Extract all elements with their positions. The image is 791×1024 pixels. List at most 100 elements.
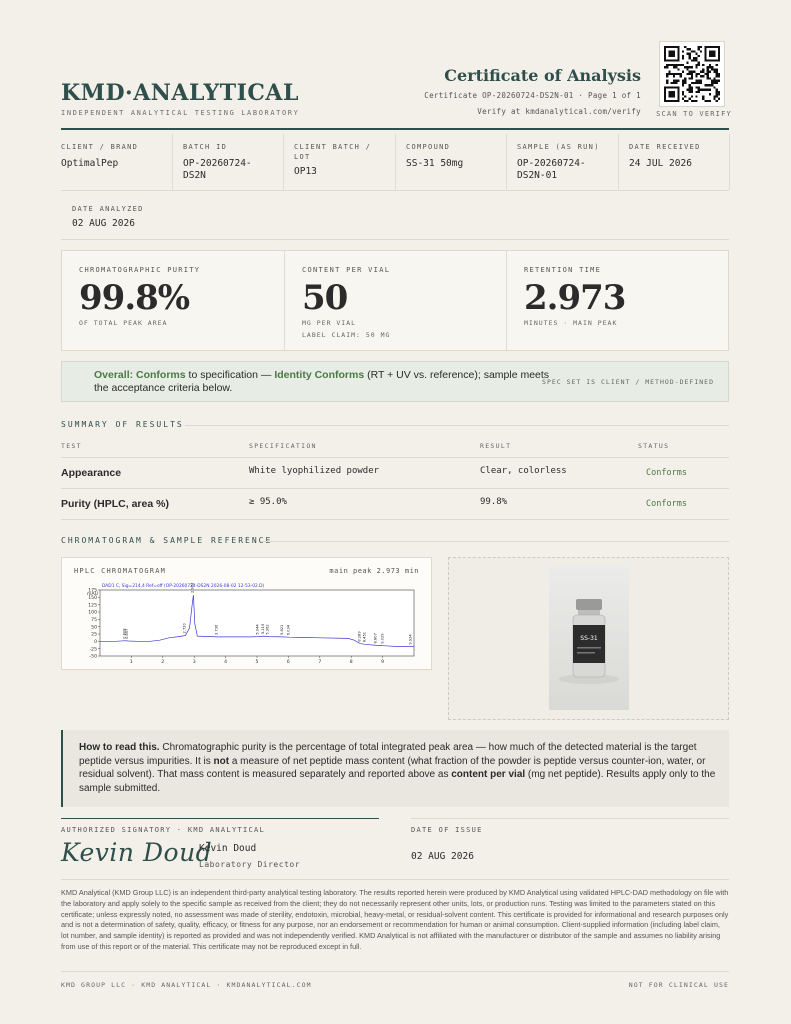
y-tick-label: -25: [89, 646, 97, 652]
peak-label: 2.973: [190, 583, 194, 593]
peak-label: 8.451: [362, 632, 366, 642]
x-tick-label: 8: [350, 659, 353, 665]
divider: [185, 425, 729, 426]
header-rule: [61, 128, 729, 130]
chromatogram-section-title: CHROMATOGRAM & SAMPLE REFERENCE: [61, 536, 273, 545]
divider: [506, 134, 507, 190]
qr-code-icon[interactable]: [659, 41, 725, 107]
table-row-result: Clear, colorless: [480, 466, 567, 476]
divider: [262, 541, 729, 542]
verify-link[interactable]: Verify at kmdanalytical.com/verify: [477, 107, 641, 116]
overall-conformance-banner: Overall: Conforms to specification — Ide…: [61, 361, 729, 402]
header-specification: SPECIFICATION: [249, 442, 317, 450]
info-client: CLIENT / BRAND OptimalPep: [61, 143, 139, 169]
date-of-issue: 02 AUG 2026: [411, 851, 474, 862]
footer-left: KMD GROUP LLC · KMD ANALYTICAL · KMDANAL…: [61, 981, 312, 989]
signature: Kevin Doud: [61, 838, 213, 867]
chromatogram-chart: DAD1 C, Sig=214,4 Ref=off (OP-20260724-D…: [87, 583, 415, 665]
y-tick-label: 0: [94, 639, 97, 645]
divider: [729, 134, 730, 190]
peak-label: 0.897: [125, 629, 129, 639]
header-result: RESULT: [480, 442, 512, 450]
status-badge: Conforms: [646, 468, 687, 478]
info-compound: COMPOUND SS-31 50mg: [406, 143, 464, 169]
divider: [283, 134, 284, 190]
divider: [61, 488, 729, 489]
metric-content: CONTENT PER VIAL 50 MG PER VIAL LABEL CL…: [302, 266, 391, 339]
divider: [61, 190, 729, 191]
x-tick-label: 4: [224, 659, 227, 665]
y-tick-label: -50: [89, 654, 97, 660]
chromatogram-title: HPLC CHROMATOGRAM: [74, 567, 167, 575]
peak-label: 8.289: [357, 631, 361, 642]
legal-disclaimer: KMD Analytical (KMD Group LLC) is an ind…: [61, 888, 729, 951]
peak-label: 5.821: [280, 625, 284, 635]
peak-label: 5.044: [255, 624, 259, 635]
date-of-issue-label: DATE OF ISSUE: [411, 826, 483, 834]
footer-right: NOT FOR CLINICAL USE: [628, 981, 729, 989]
brand-subtitle: INDEPENDENT ANALYTICAL TESTING LABORATOR…: [61, 109, 300, 117]
divider: [61, 879, 729, 880]
x-tick-label: 6: [287, 659, 290, 665]
signatory-rule: [61, 818, 379, 819]
y-tick-label: 150: [88, 595, 97, 601]
info-date-analyzed: DATE ANALYZED 02 AUG 2026: [72, 205, 144, 229]
page-title: Certificate of Analysis: [444, 66, 641, 85]
y-tick-label: 25: [91, 632, 97, 638]
y-tick-label: 75: [91, 617, 97, 623]
summary-title: SUMMARY OF RESULTS: [61, 420, 184, 429]
peak-label: 2.720: [182, 622, 186, 633]
y-tick-label: 125: [88, 602, 97, 608]
peak-label: 9.029: [381, 633, 385, 644]
divider: [61, 971, 729, 972]
header-test: TEST: [61, 442, 82, 450]
peak-label: 6.034: [286, 624, 290, 635]
how-to-read-text: How to read this. Chromatographic purity…: [79, 742, 716, 794]
certificate-number: Certificate OP-20260724-DS2N-01 · Page 1…: [424, 91, 641, 100]
x-tick-label: 7: [318, 659, 321, 665]
trace-label: DAD1 C, Sig=214,4 Ref=off (OP-20260724-D…: [102, 583, 265, 589]
status-badge: Conforms: [646, 499, 687, 509]
divider: [61, 457, 729, 458]
vial-label: SS-31: [580, 635, 598, 642]
signatory-label: AUTHORIZED SIGNATORY · KMD ANALYTICAL: [61, 826, 266, 834]
divider: [61, 519, 729, 520]
header-status: STATUS: [638, 442, 670, 450]
x-tick-label: 3: [193, 659, 196, 665]
y-tick-label: 100: [88, 610, 97, 616]
table-row-spec: White lyophilized powder: [249, 466, 380, 476]
peak-label: 8.807: [374, 633, 378, 643]
scan-label: SCAN TO VERIFY: [656, 110, 732, 118]
peak-label: 5.362: [265, 624, 269, 634]
signatory-role: Laboratory Director: [199, 860, 301, 869]
signatory-name: Kevin Doud: [199, 843, 257, 854]
x-tick-label: 5: [256, 659, 259, 665]
table-row-test: Appearance: [61, 467, 122, 479]
x-tick-label: 2: [161, 659, 164, 665]
brand-logo: KMD·ANALYTICAL: [61, 80, 299, 106]
how-to-read-note: How to read this. Chromatographic purity…: [61, 730, 729, 807]
peak-label: 9.924: [409, 634, 413, 645]
x-tick-label: 1: [130, 659, 133, 665]
peak-label: 3.736: [214, 624, 218, 635]
table-row-result: 99.8%: [480, 497, 508, 507]
y-tick-label: 50: [91, 624, 97, 630]
info-date-received: DATE RECEIVED 24 JUL 2026: [629, 143, 701, 169]
plot-frame: [99, 589, 415, 657]
divider: [61, 239, 729, 240]
sample-vial-image: SS-31: [549, 567, 629, 710]
divider: [411, 818, 729, 819]
info-batch-id: BATCH ID OP-20260724-DS2N: [183, 143, 252, 181]
divider: [618, 134, 619, 190]
peak-label: 5.219: [261, 623, 265, 634]
chromatogram-panel: HPLC CHROMATOGRAM main peak 2.973 min DA…: [61, 557, 432, 670]
info-sample: SAMPLE (AS RUN) OP-20260724-DS2N-01: [517, 143, 600, 181]
metric-retention: RETENTION TIME 2.973 MINUTES · MAIN PEAK: [524, 266, 626, 327]
info-client-batch: CLIENT BATCH / LOT OP13: [294, 143, 372, 177]
x-tick-label: 9: [381, 659, 384, 665]
y-tick-label: 175: [88, 588, 97, 594]
metric-purity: CHROMATOGRAPHIC PURITY 99.8% OF TOTAL PE…: [79, 266, 201, 327]
table-row-spec: ≥ 95.0%: [249, 497, 287, 507]
overall-text: Overall: Conforms to specification — Ide…: [94, 369, 550, 394]
divider: [395, 134, 396, 190]
